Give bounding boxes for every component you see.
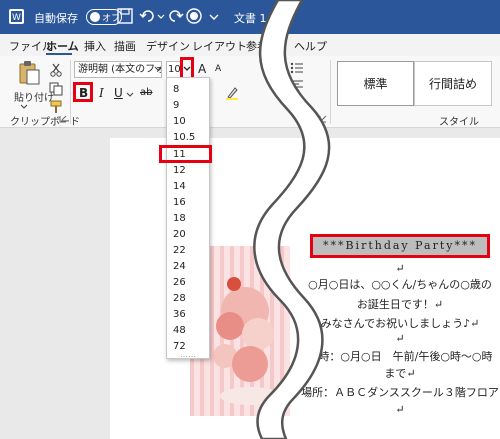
copy-icon[interactable]	[49, 82, 63, 96]
undo-icon[interactable]	[139, 7, 157, 25]
size-option[interactable]: 48	[173, 325, 186, 336]
word-app-icon: W	[9, 9, 24, 24]
paste-icon[interactable]	[17, 60, 41, 86]
tab-design[interactable]: デザイン	[146, 38, 190, 54]
tab-references[interactable]: 参考	[246, 38, 268, 54]
align-left-icon[interactable]	[290, 80, 304, 92]
size-option[interactable]: 12	[173, 165, 186, 176]
customize-toolbar-icon[interactable]	[208, 7, 220, 25]
style-normal[interactable]: 標準	[337, 61, 414, 106]
size-option[interactable]: 28	[173, 293, 186, 304]
resize-grip-icon[interactable]: ⋯⋯	[180, 352, 196, 361]
bullets-icon[interactable]	[290, 62, 304, 74]
grow-font-button[interactable]: A	[198, 62, 206, 76]
cut-icon[interactable]	[49, 63, 63, 77]
font-size-dropdown-list[interactable]: 8 9 10 10.5 11 12 14 16 18 20 22 24 26 2…	[166, 77, 210, 361]
doc-line-7: 場所：ＡＢＣダンススクール３階フロア	[301, 386, 499, 399]
size-option[interactable]: 16	[173, 197, 186, 208]
doc-line-3: みなさんでお祝いしましょう♪↵	[320, 317, 480, 330]
doc-line-4: ↵	[395, 332, 405, 345]
size-option[interactable]: 10.5	[173, 132, 195, 143]
redo-icon[interactable]	[166, 7, 184, 25]
active-tab-indicator	[46, 53, 72, 55]
svg-text:W: W	[12, 13, 21, 23]
ribbon-tabs: ファイル ホーム 挿入 描画 デザイン レイアウト 参考 ヘルプ	[0, 34, 500, 56]
group-separator	[330, 60, 331, 124]
document-title: 文書 1	[234, 12, 267, 25]
paragraph-launcher-icon[interactable]	[319, 115, 327, 123]
doc-line-5: 日時：○月○日 午前/午後○時～○時	[307, 350, 493, 363]
paste-dropdown-icon[interactable]	[20, 104, 28, 110]
doc-line-2: お誕生日です！↵	[356, 298, 444, 311]
shrink-font-button[interactable]: A	[215, 64, 221, 74]
size-option[interactable]: 22	[173, 245, 186, 256]
italic-button[interactable]: I	[99, 86, 104, 100]
title-bar: W 自動保存 オフ 文書 1	[0, 0, 500, 34]
group-separator	[70, 60, 71, 124]
undo-dropdown-icon[interactable]	[157, 7, 165, 25]
toggle-knob	[90, 12, 100, 22]
highlight-pen-icon[interactable]	[225, 86, 239, 100]
shading-icon[interactable]	[290, 98, 304, 110]
save-icon[interactable]	[116, 7, 134, 25]
strikethrough-button[interactable]: ab	[140, 87, 152, 98]
font-size-dropdown-icon[interactable]	[183, 66, 191, 72]
size-option[interactable]: 18	[173, 213, 186, 224]
record-icon[interactable]	[185, 7, 203, 25]
size-option[interactable]: 8	[173, 84, 179, 95]
styles-group-label: スタイル	[439, 117, 479, 128]
doc-line-1: ○月○日は、○○くん/ちゃんの○歳の	[308, 278, 492, 291]
font-name-box[interactable]: 游明朝 (本文のフォント	[74, 61, 162, 78]
tab-home[interactable]: ホーム	[46, 38, 79, 54]
doc-line-6: まで↵	[384, 367, 416, 380]
underline-dropdown-icon[interactable]	[126, 92, 134, 98]
tab-draw[interactable]: 描画	[114, 38, 136, 54]
size-option[interactable]: 20	[173, 229, 186, 240]
tab-insert[interactable]: 挿入	[84, 38, 106, 54]
size-option[interactable]: 72	[173, 341, 186, 352]
ribbon: 貼り付け クリップボード 游明朝 (本文のフォント 10. A A B I U …	[0, 56, 500, 128]
bold-button[interactable]: B	[79, 86, 88, 100]
size-option[interactable]: 14	[173, 181, 186, 192]
size-option[interactable]: 24	[173, 261, 186, 272]
underline-button[interactable]: U	[114, 86, 123, 100]
party-title-selection[interactable]: ***Birthday Party***	[310, 234, 490, 258]
style-no-spacing[interactable]: 行間詰め	[414, 61, 492, 106]
doc-line-8: ↵	[395, 403, 405, 416]
doc-return-mark: ↵	[395, 262, 405, 275]
format-painter-icon[interactable]	[49, 100, 63, 114]
size-option[interactable]: 26	[173, 277, 186, 288]
size-option[interactable]: 9	[173, 100, 179, 111]
autosave-label: 自動保存	[34, 12, 78, 25]
tab-help[interactable]: ヘルプ	[294, 38, 327, 54]
size-option[interactable]: 10	[173, 116, 186, 127]
font-name-dropdown-icon[interactable]	[154, 66, 162, 72]
size-option-11-highlight	[159, 145, 212, 163]
tab-layout[interactable]: レイアウト	[192, 38, 247, 54]
clipboard-launcher-icon[interactable]	[59, 115, 67, 123]
paste-label[interactable]: 貼り付け	[14, 89, 54, 104]
size-option[interactable]: 36	[173, 309, 186, 320]
